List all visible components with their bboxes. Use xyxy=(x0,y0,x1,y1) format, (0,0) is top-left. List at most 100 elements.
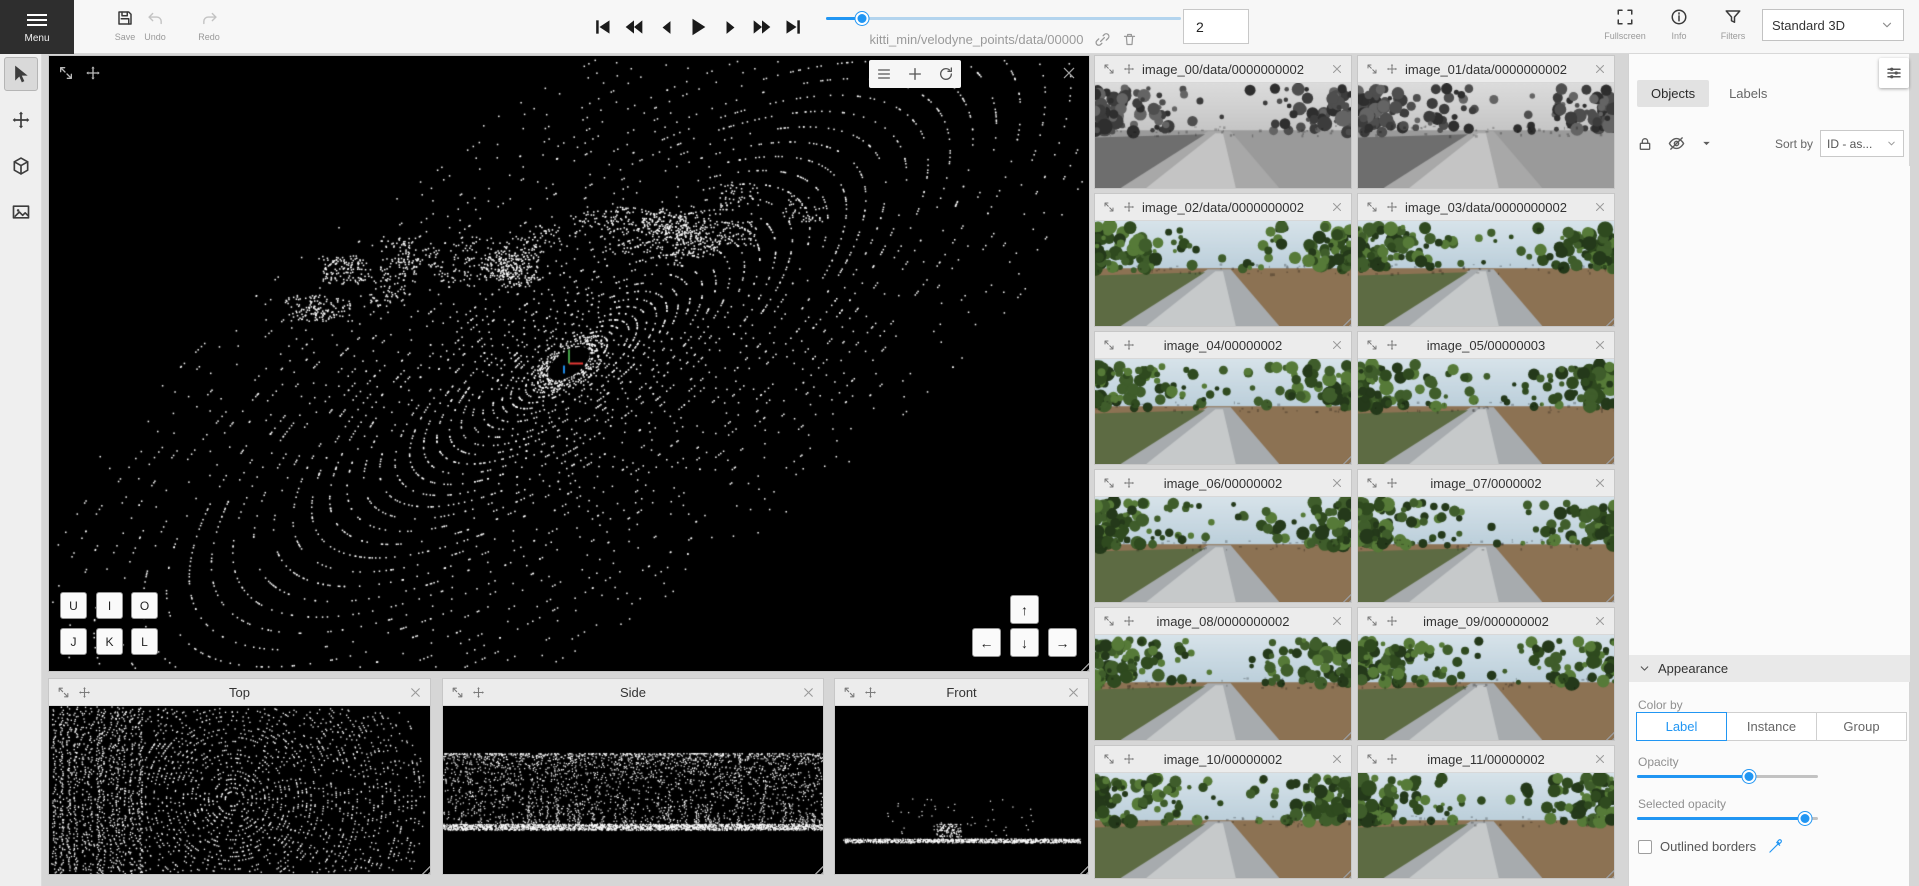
move-icon[interactable] xyxy=(864,686,877,699)
move-icon[interactable] xyxy=(1386,339,1398,351)
move-icon[interactable] xyxy=(1123,477,1135,489)
color-by-instance-option[interactable]: Instance xyxy=(1726,712,1817,741)
move-icon[interactable] xyxy=(1386,753,1398,765)
expand-icon[interactable] xyxy=(1103,339,1115,351)
frame-number-input[interactable] xyxy=(1183,9,1249,44)
move-icon[interactable] xyxy=(1386,63,1398,75)
close-icon[interactable] xyxy=(1331,477,1343,489)
trash-icon[interactable] xyxy=(1122,32,1137,47)
link-icon[interactable] xyxy=(1095,32,1110,47)
camera-image[interactable] xyxy=(1095,635,1351,740)
tool-select-button[interactable] xyxy=(4,57,38,91)
camera-image[interactable] xyxy=(1358,773,1614,878)
camera-image[interactable] xyxy=(1095,83,1351,188)
hotkey-j[interactable]: J xyxy=(60,628,87,655)
move-icon[interactable] xyxy=(1386,201,1398,213)
panel-toggle-button[interactable] xyxy=(1879,58,1909,88)
nav-down-button[interactable]: ↓ xyxy=(1010,628,1039,657)
camera-image[interactable] xyxy=(1095,773,1351,878)
chevron-down-icon[interactable] xyxy=(1700,137,1713,150)
step-forward-button[interactable] xyxy=(716,13,744,41)
tool-cuboid-button[interactable] xyxy=(4,149,38,183)
close-icon[interactable] xyxy=(409,686,422,699)
camera-image[interactable] xyxy=(1095,359,1351,464)
expand-icon[interactable] xyxy=(1366,63,1378,75)
move-icon[interactable] xyxy=(78,686,91,699)
list-icon[interactable] xyxy=(876,66,892,82)
tab-labels[interactable]: Labels xyxy=(1715,80,1781,107)
info-button[interactable]: Info xyxy=(1655,7,1703,41)
color-by-label-option[interactable]: Label xyxy=(1636,712,1727,741)
camera-image[interactable] xyxy=(1358,497,1614,602)
top-view-canvas[interactable] xyxy=(49,706,430,874)
eyedropper-icon[interactable] xyxy=(1768,839,1783,854)
sort-select[interactable]: ID - as... xyxy=(1820,130,1904,157)
opacity-slider-handle[interactable] xyxy=(1743,770,1756,783)
opacity-slider[interactable] xyxy=(1637,770,1818,783)
move-icon[interactable] xyxy=(472,686,485,699)
expand-icon[interactable] xyxy=(1103,201,1115,213)
close-icon[interactable] xyxy=(1594,753,1606,765)
timeline-slider[interactable] xyxy=(826,12,1181,25)
outlined-borders-checkbox[interactable] xyxy=(1638,840,1652,854)
nav-up-button[interactable]: ↑ xyxy=(1010,595,1039,624)
expand-icon[interactable] xyxy=(1366,477,1378,489)
camera-image[interactable] xyxy=(1358,221,1614,326)
hotkey-i[interactable]: I xyxy=(96,592,123,619)
move-icon[interactable] xyxy=(1123,615,1135,627)
hotkey-k[interactable]: K xyxy=(96,628,123,655)
front-view-canvas[interactable] xyxy=(835,706,1088,874)
lock-icon[interactable] xyxy=(1637,136,1653,152)
expand-icon[interactable] xyxy=(1366,201,1378,213)
close-icon[interactable] xyxy=(802,686,815,699)
close-icon[interactable] xyxy=(1594,201,1606,213)
tab-objects[interactable]: Objects xyxy=(1637,80,1709,107)
camera-image[interactable] xyxy=(1358,83,1614,188)
expand-icon[interactable] xyxy=(1103,63,1115,75)
close-icon[interactable] xyxy=(1061,65,1077,81)
fast-backward-button[interactable] xyxy=(620,13,648,41)
play-button[interactable] xyxy=(684,13,712,41)
nav-right-button[interactable]: → xyxy=(1048,628,1077,657)
expand-icon[interactable] xyxy=(843,686,856,699)
hotkey-l[interactable]: L xyxy=(131,628,158,655)
camera-image[interactable] xyxy=(1095,221,1351,326)
filters-button[interactable]: Filters xyxy=(1709,7,1757,41)
close-icon[interactable] xyxy=(1594,615,1606,627)
plus-icon[interactable] xyxy=(907,66,923,82)
close-icon[interactable] xyxy=(1331,201,1343,213)
menu-button[interactable]: Menu xyxy=(0,0,74,54)
view-mode-select[interactable]: Standard 3D xyxy=(1762,9,1904,41)
tool-move-button[interactable] xyxy=(4,103,38,137)
fast-forward-button[interactable] xyxy=(748,13,776,41)
close-icon[interactable] xyxy=(1331,753,1343,765)
close-icon[interactable] xyxy=(1594,477,1606,489)
move-icon[interactable] xyxy=(1123,63,1135,75)
skip-end-button[interactable] xyxy=(780,13,808,41)
move-icon[interactable] xyxy=(1123,201,1135,213)
expand-icon[interactable] xyxy=(1366,753,1378,765)
expand-icon[interactable] xyxy=(58,65,74,81)
move-icon[interactable] xyxy=(1386,477,1398,489)
camera-image[interactable] xyxy=(1095,497,1351,602)
color-by-group-option[interactable]: Group xyxy=(1816,712,1907,741)
selected-opacity-slider-handle[interactable] xyxy=(1799,812,1812,825)
point-cloud-canvas[interactable] xyxy=(49,56,1089,671)
eye-off-icon[interactable] xyxy=(1668,135,1685,152)
hotkey-o[interactable]: O xyxy=(131,592,158,619)
fullscreen-button[interactable]: Fullscreen xyxy=(1601,7,1649,41)
refresh-icon[interactable] xyxy=(938,66,954,82)
close-icon[interactable] xyxy=(1594,339,1606,351)
side-view-canvas[interactable] xyxy=(443,706,823,874)
move-icon[interactable] xyxy=(85,65,101,81)
close-icon[interactable] xyxy=(1331,339,1343,351)
expand-icon[interactable] xyxy=(1103,615,1115,627)
appearance-section-header[interactable]: Appearance xyxy=(1629,655,1910,682)
expand-icon[interactable] xyxy=(1366,339,1378,351)
close-icon[interactable] xyxy=(1331,615,1343,627)
close-icon[interactable] xyxy=(1331,63,1343,75)
redo-button[interactable]: Redo xyxy=(185,8,233,42)
expand-icon[interactable] xyxy=(451,686,464,699)
tool-image-button[interactable] xyxy=(4,195,38,229)
selected-opacity-slider[interactable] xyxy=(1637,812,1818,825)
